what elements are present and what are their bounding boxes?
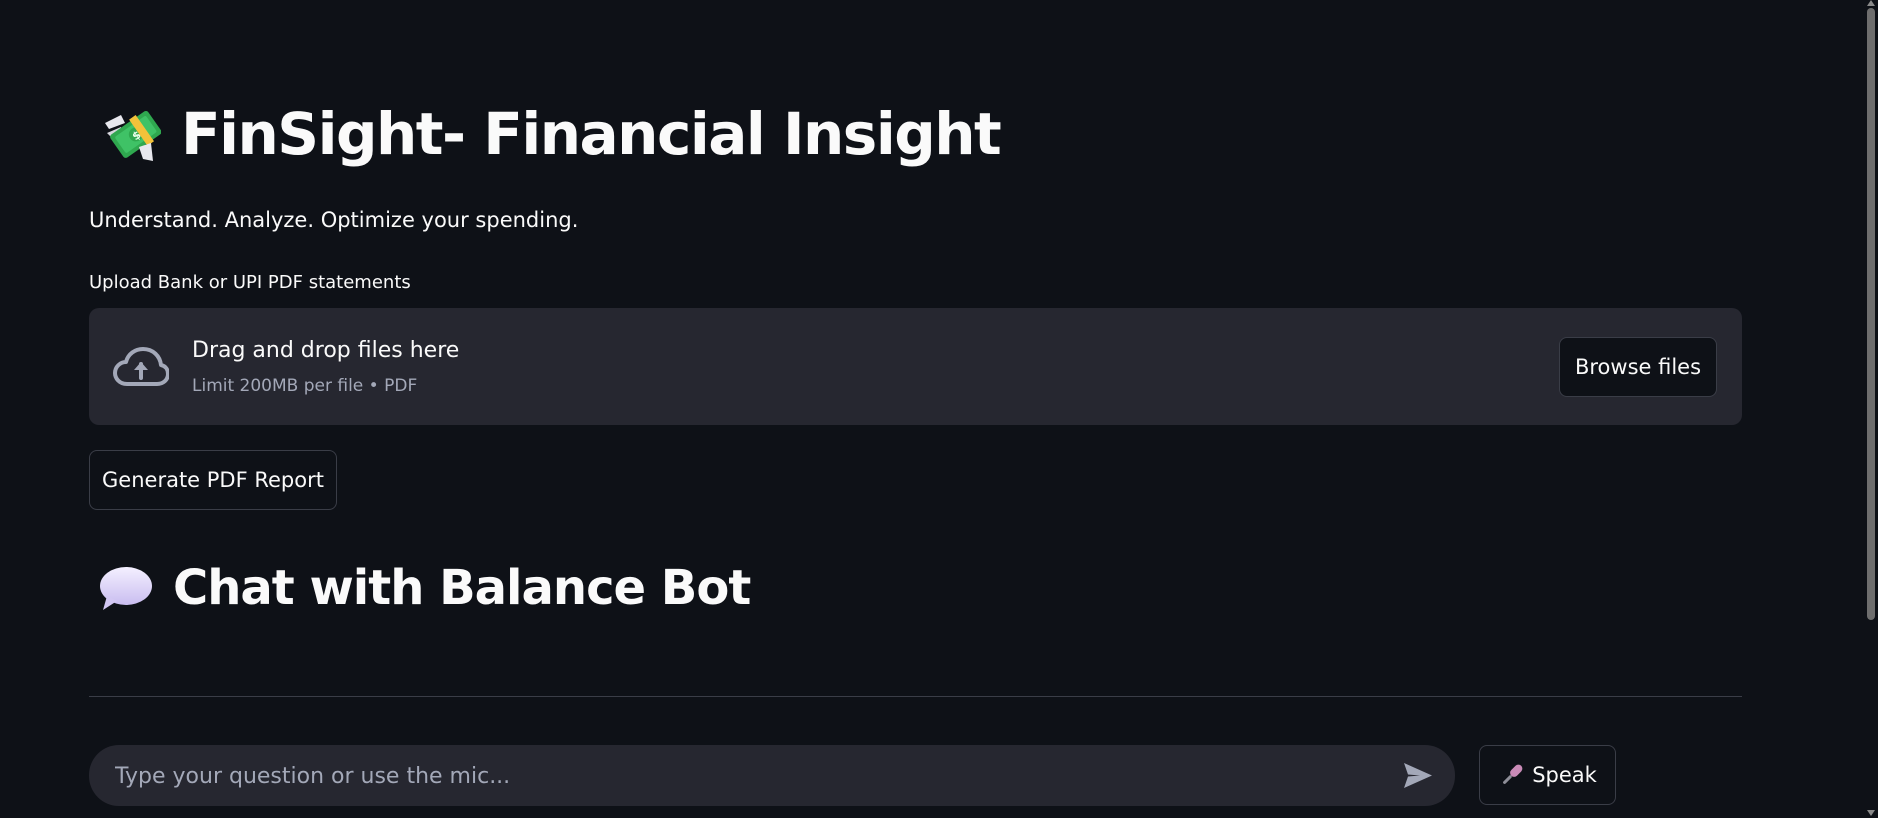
section-divider <box>89 696 1742 697</box>
page-title: FinSight- Financial Insight <box>181 100 1002 168</box>
send-icon[interactable] <box>1403 762 1433 789</box>
chat-input[interactable] <box>113 745 1377 808</box>
speech-bubble-icon <box>99 564 153 612</box>
chat-header: Chat with Balance Bot <box>99 560 751 616</box>
page-header: $ FinSight- Financial Insight <box>99 100 1002 168</box>
speak-button[interactable]: Speak <box>1479 745 1616 805</box>
speak-label: Speak <box>1532 763 1597 787</box>
uploader-label: Upload Bank or UPI PDF statements <box>89 272 411 293</box>
generate-report-button[interactable]: Generate PDF Report <box>89 450 337 510</box>
app-page: $ FinSight- Financial Insight Understand… <box>0 0 1878 818</box>
browse-files-button[interactable]: Browse files <box>1559 337 1717 397</box>
microphone-icon <box>1498 761 1526 789</box>
page-subtitle: Understand. Analyze. Optimize your spend… <box>89 208 579 232</box>
chat-input-container <box>89 745 1455 808</box>
chat-title: Chat with Balance Bot <box>173 560 751 616</box>
dropzone-instructions: Drag and drop files here <box>192 338 460 363</box>
file-dropzone[interactable]: Drag and drop files here Limit 200MB per… <box>89 308 1742 425</box>
cloud-upload-icon <box>113 346 170 388</box>
page-scrollbar[interactable] <box>1864 0 1878 818</box>
scroll-up-arrow-icon[interactable] <box>1867 0 1875 6</box>
dropzone-limit-text: Limit 200MB per file • PDF <box>192 376 418 396</box>
scrollbar-thumb[interactable] <box>1867 8 1875 620</box>
scroll-down-arrow-icon[interactable] <box>1867 810 1875 816</box>
flying-money-icon: $ <box>99 103 162 165</box>
